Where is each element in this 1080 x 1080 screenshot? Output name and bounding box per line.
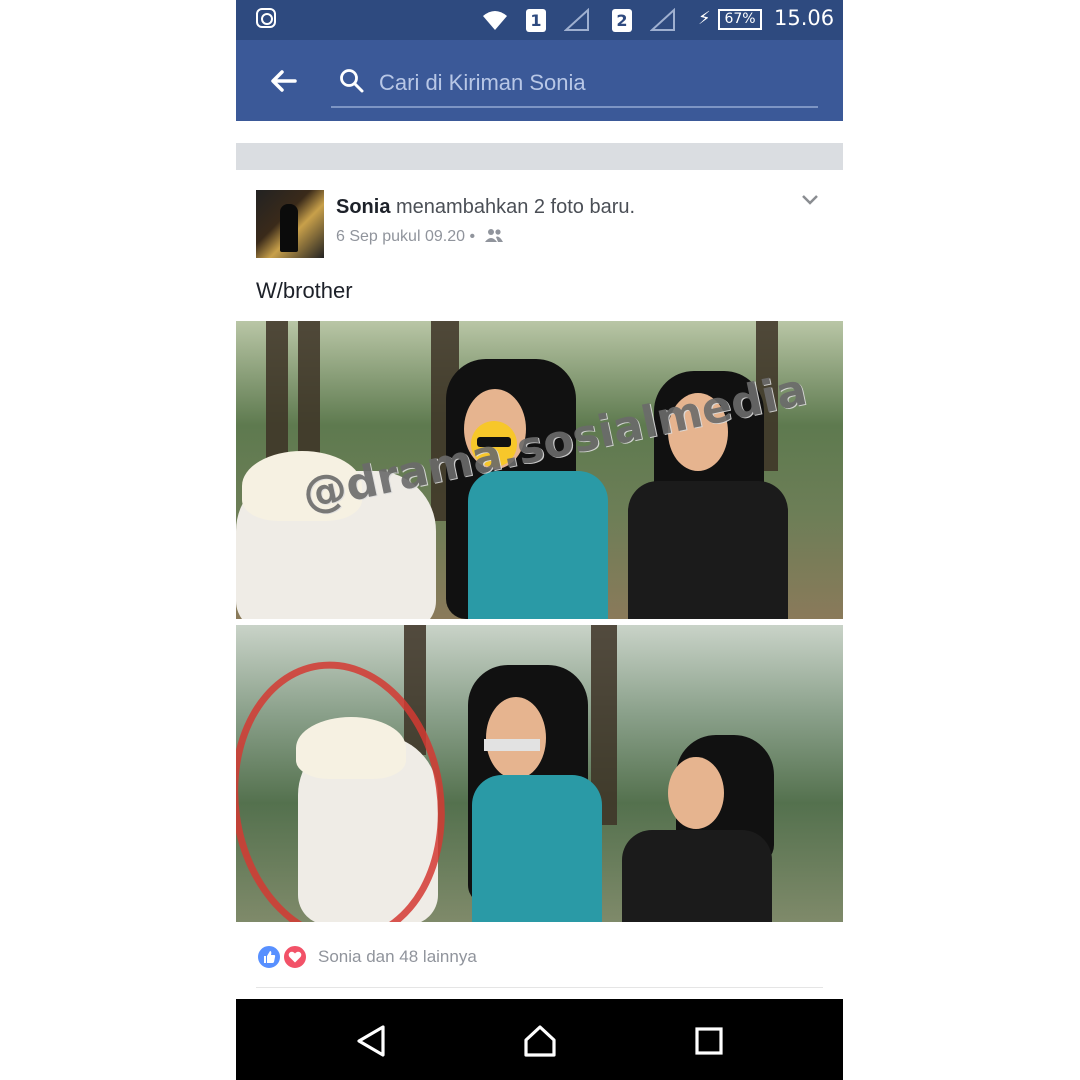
annotation-circle bbox=[236, 647, 463, 922]
person-shirt bbox=[622, 830, 772, 922]
battery-indicator: 67% bbox=[718, 9, 762, 30]
system-nav-bar bbox=[236, 999, 843, 1080]
search-input[interactable] bbox=[377, 66, 811, 100]
post-meta: 6 Sep pukul 09.20 • bbox=[336, 228, 504, 246]
search-bar[interactable] bbox=[331, 60, 818, 108]
phone-screen: 1 2 ⚡ 67% 15.06 Sonia menambahkan 2 fo bbox=[236, 0, 843, 1080]
post-photo-2[interactable] bbox=[236, 625, 843, 922]
status-bar: 1 2 ⚡ 67% 15.06 bbox=[236, 0, 843, 40]
app-bar bbox=[236, 40, 843, 121]
post-action: menambahkan 2 foto baru. bbox=[396, 196, 636, 218]
like-reaction-icon bbox=[256, 944, 282, 970]
person-face bbox=[486, 697, 546, 779]
post-author-line: Sonia menambahkan 2 foto baru. bbox=[336, 196, 635, 219]
person-shirt bbox=[628, 481, 788, 619]
wifi-icon bbox=[483, 11, 507, 30]
back-triangle-icon[interactable] bbox=[351, 1021, 391, 1061]
chevron-down-icon[interactable] bbox=[800, 192, 820, 206]
post-photo-1[interactable]: @drama.sosialmedia bbox=[236, 321, 843, 619]
author-name[interactable]: Sonia bbox=[336, 196, 390, 218]
avatar[interactable] bbox=[256, 190, 324, 258]
love-reaction-icon bbox=[282, 944, 308, 970]
friends-icon bbox=[484, 229, 503, 242]
sim2-badge: 2 bbox=[612, 9, 632, 32]
person-shirt bbox=[468, 471, 608, 619]
post-date[interactable]: 6 Sep pukul 09.20 bbox=[336, 228, 465, 245]
divider bbox=[256, 987, 823, 988]
tree-trunk bbox=[298, 321, 320, 471]
signal-icon bbox=[650, 8, 675, 31]
post-header: Sonia menambahkan 2 foto baru. 6 Sep puk… bbox=[236, 170, 843, 270]
recents-square-icon[interactable] bbox=[689, 1021, 729, 1061]
reactions-text[interactable]: Sonia dan 48 lainnya bbox=[318, 947, 477, 967]
home-circle-icon[interactable] bbox=[520, 1021, 560, 1061]
meta-separator: • bbox=[469, 228, 476, 245]
search-icon bbox=[340, 69, 364, 93]
feed-separator bbox=[236, 143, 843, 170]
face-censor-bar bbox=[484, 739, 540, 751]
sim1-badge: 1 bbox=[526, 9, 546, 32]
instagram-icon bbox=[256, 8, 276, 28]
person-face bbox=[668, 757, 724, 829]
clock: 15.06 bbox=[774, 6, 835, 30]
post-text: W/brother bbox=[256, 278, 353, 303]
back-arrow-icon[interactable] bbox=[268, 66, 298, 96]
charging-icon: ⚡ bbox=[698, 8, 711, 29]
signal-icon bbox=[564, 8, 589, 31]
person-shirt bbox=[472, 775, 602, 922]
